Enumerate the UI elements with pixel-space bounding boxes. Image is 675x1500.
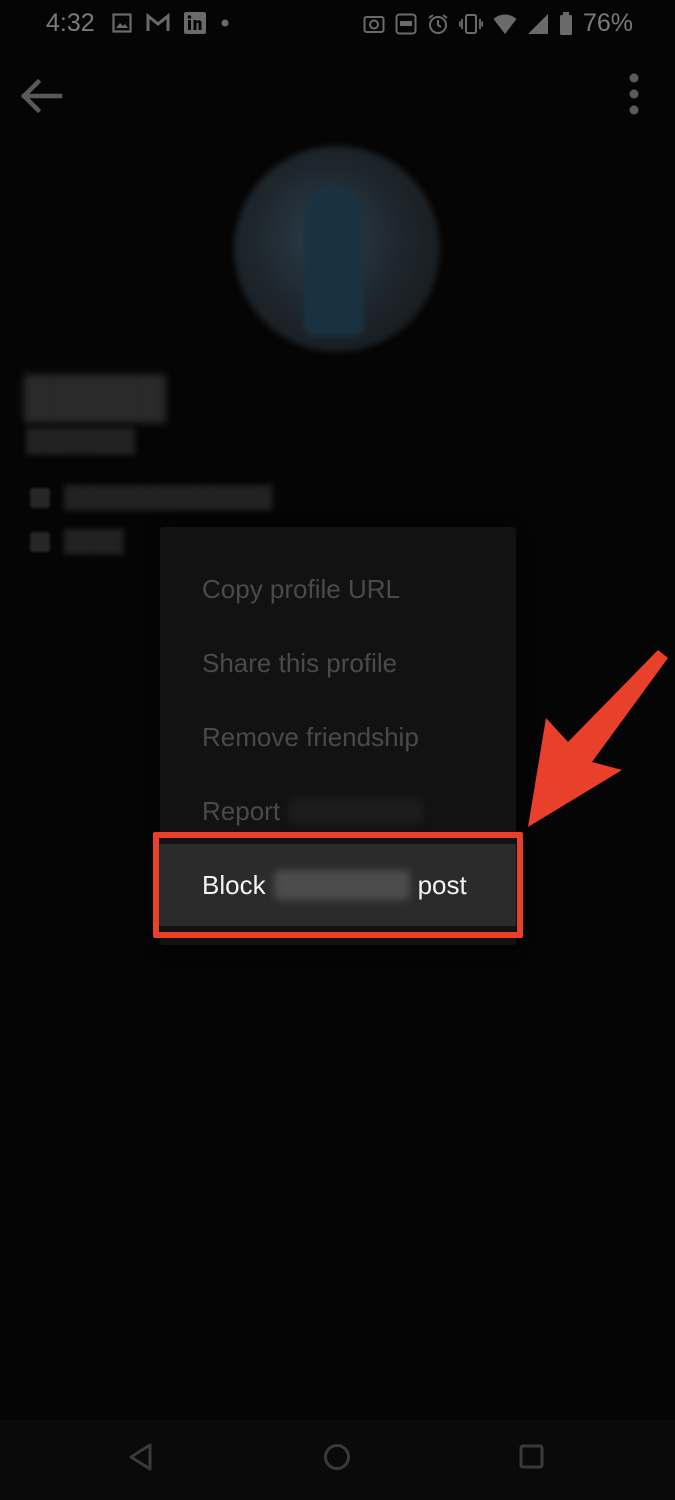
back-button[interactable] <box>18 76 64 116</box>
friends-icon <box>30 532 50 552</box>
friends-row: ████ <box>30 530 124 554</box>
nav-recents-icon[interactable] <box>518 1442 546 1472</box>
nav-home-icon[interactable] <box>322 1442 352 1472</box>
status-time: 4:32 <box>46 9 95 37</box>
joined-row: ██████████████ <box>30 486 272 510</box>
signal-icon <box>527 13 548 34</box>
avatar <box>234 146 440 352</box>
vibrate-icon <box>458 13 483 34</box>
status-right-icons: 76% <box>363 9 633 38</box>
status-bar: 4:32 76% <box>0 0 675 48</box>
menu-item-label: Report <box>202 795 281 826</box>
linkedin-icon <box>184 12 206 34</box>
menu-item-label: Share this profile <box>202 647 398 678</box>
friends-text-blurred: ████ <box>64 530 124 553</box>
auto-brightness-icon <box>395 13 417 34</box>
alarm-icon <box>428 13 448 34</box>
more-vertical-icon <box>629 73 639 115</box>
nav-back-icon[interactable] <box>128 1442 154 1472</box>
menu-item-remove-friendship[interactable]: Remove friendship <box>160 700 516 774</box>
profile-handle-blurred: ███████ <box>26 428 136 453</box>
redacted-username <box>288 798 425 824</box>
annotation-highlight-box <box>153 832 523 938</box>
calendar-icon <box>30 488 50 508</box>
profile-name-blurred: █████ <box>24 376 166 420</box>
battery-icon <box>559 11 572 35</box>
joined-text-blurred: ██████████████ <box>64 486 273 509</box>
system-nav-bar <box>0 1420 675 1500</box>
dot-icon <box>221 19 229 27</box>
arrow-left-icon <box>20 78 63 114</box>
avatar-figure <box>304 186 364 336</box>
gmail-icon <box>146 13 170 31</box>
menu-item-label: Remove friendship <box>202 721 419 752</box>
menu-item-label: Copy profile URL <box>202 573 400 604</box>
image-icon <box>112 13 132 33</box>
more-options-button[interactable] <box>620 72 648 118</box>
menu-item-copy-profile-url[interactable]: Copy profile URL <box>160 552 516 626</box>
wifi-icon <box>493 14 517 34</box>
status-left-icons <box>112 12 230 34</box>
screenshot-icon <box>363 15 385 33</box>
annotation-arrow-icon <box>528 650 668 827</box>
menu-item-share-profile[interactable]: Share this profile <box>160 626 516 700</box>
battery-percentage: 76% <box>582 9 633 37</box>
